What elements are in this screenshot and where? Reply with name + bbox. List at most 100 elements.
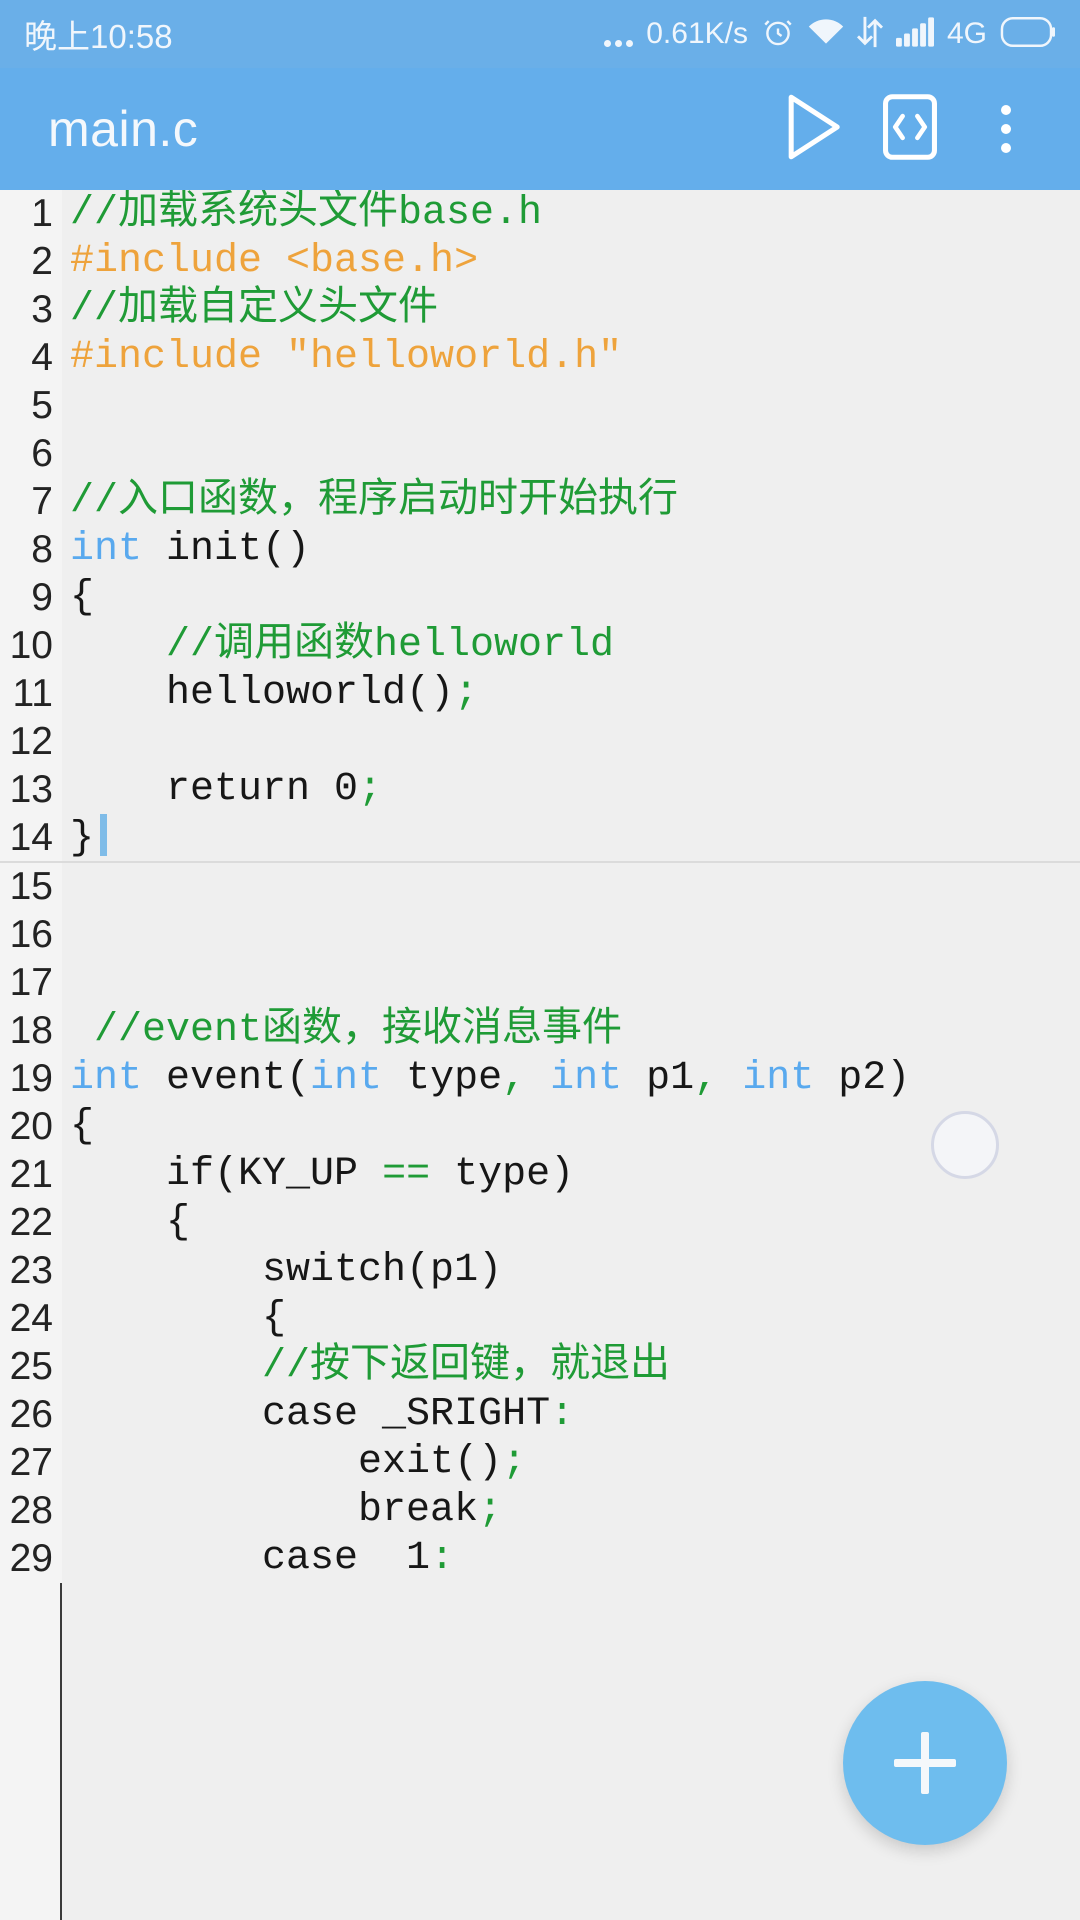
code-line-text[interactable]: //入口函数，程序启动时开始执行 <box>62 478 1080 526</box>
code-token-kw: int <box>742 1056 815 1101</box>
code-line[interactable]: 6 <box>0 430 1080 478</box>
code-line-text[interactable]: { <box>62 1295 1080 1343</box>
code-line[interactable]: 19 int event(int type, int p1, int p2) <box>0 1055 1080 1103</box>
code-line-text[interactable]: exit(); <box>62 1439 1080 1487</box>
code-line[interactable]: 27 exit(); <box>0 1439 1080 1487</box>
code-line[interactable]: 25 //按下返回键，就退出 <box>0 1343 1080 1391</box>
code-line-text[interactable] <box>62 911 1080 959</box>
line-number: 10 <box>0 622 62 670</box>
code-line-text[interactable]: #include "helloworld.h" <box>62 334 1080 382</box>
code-line-text[interactable]: //加载自定义头文件 <box>62 286 1080 334</box>
wifi-icon <box>808 17 844 52</box>
code-line-text[interactable]: #include <base.h> <box>62 238 1080 286</box>
line-number: 19 <box>0 1055 62 1103</box>
code-line[interactable]: 12 <box>0 718 1080 766</box>
code-line[interactable]: 5 <box>0 382 1080 430</box>
code-line[interactable]: 18 //event函数，接收消息事件 <box>0 1007 1080 1055</box>
line-number: 24 <box>0 1295 62 1343</box>
line-number: 25 <box>0 1343 62 1391</box>
code-token-punc: , <box>694 1056 719 1101</box>
overflow-menu-icon <box>1001 105 1011 153</box>
code-line[interactable]: 16 <box>0 911 1080 959</box>
network-type-label: 4G <box>946 17 987 50</box>
code-line[interactable]: 28 break; <box>0 1487 1080 1535</box>
code-line[interactable]: 26 case _SRIGHT: <box>0 1391 1080 1439</box>
code-line-text[interactable]: { <box>62 1199 1080 1247</box>
code-line[interactable]: 15 <box>0 863 1080 911</box>
code-line-text[interactable] <box>62 863 1080 911</box>
code-line-text[interactable]: //加载系统头文件base.h <box>62 190 1080 238</box>
add-button[interactable] <box>843 1681 1007 1845</box>
code-token-punc: ; <box>454 671 479 716</box>
code-token-comment: //入口函数，程序启动时开始执行 <box>70 479 679 524</box>
code-line-text[interactable] <box>62 382 1080 430</box>
code-line-text[interactable]: case _SRIGHT: <box>62 1391 1080 1439</box>
code-token-plain: { <box>70 575 95 620</box>
code-line[interactable]: 17 <box>0 959 1080 1007</box>
data-transfer-icon <box>856 16 883 53</box>
code-line-text[interactable]: case 1: <box>62 1535 1080 1583</box>
code-line[interactable]: 29 case 1: <box>0 1535 1080 1583</box>
code-line-text[interactable]: helloworld(); <box>62 670 1080 718</box>
code-line-text[interactable]: int init() <box>62 526 1080 574</box>
code-line-text[interactable]: //调用函数helloworld <box>62 622 1080 670</box>
code-line[interactable]: 11 helloworld(); <box>0 670 1080 718</box>
line-number: 2 <box>0 238 62 286</box>
code-line-text[interactable]: { <box>62 574 1080 622</box>
code-line[interactable]: 9{ <box>0 574 1080 622</box>
run-button[interactable] <box>766 81 862 177</box>
code-editor[interactable]: 1//加载系统头文件base.h 2 #include <base.h> 3//加载自… <box>0 190 1080 1920</box>
overflow-menu-button[interactable] <box>958 81 1054 177</box>
status-clock: 晚上10:58 <box>24 18 173 55</box>
code-line[interactable]: 22 { <box>0 1199 1080 1247</box>
line-number: 4 <box>0 334 62 382</box>
line-number: 3 <box>0 286 62 334</box>
code-line[interactable]: 7//入口函数，程序启动时开始执行 <box>0 478 1080 526</box>
code-token-plain: type) <box>430 1152 575 1197</box>
line-number: 6 <box>0 430 62 478</box>
code-token-plain: case 1 <box>70 1536 431 1581</box>
code-line-text[interactable]: if(KY_UP == type) <box>62 1151 1080 1199</box>
line-number: 27 <box>0 1439 62 1487</box>
code-line[interactable]: 10 //调用函数helloworld <box>0 622 1080 670</box>
code-line[interactable]: 3//加载自定义头文件 <box>0 286 1080 334</box>
line-number: 13 <box>0 766 62 814</box>
scroll-position-indicator[interactable] <box>931 1111 999 1179</box>
code-line[interactable]: 24 { <box>0 1295 1080 1343</box>
more-dots-icon <box>604 17 634 51</box>
code-line[interactable]: 4 #include "helloworld.h" <box>0 334 1080 382</box>
code-token-punc: == <box>382 1152 431 1197</box>
code-line[interactable]: 13 return 0; <box>0 766 1080 814</box>
code-line-text[interactable]: } <box>62 814 1080 863</box>
code-line-text[interactable]: //按下返回键，就退出 <box>62 1343 1080 1391</box>
code-line-text[interactable]: { <box>62 1103 1080 1151</box>
code-line[interactable]: 2 #include <base.h> <box>0 238 1080 286</box>
code-line[interactable]: 8 int init() <box>0 526 1080 574</box>
code-token-plain: } <box>70 816 95 861</box>
code-line[interactable]: 1//加载系统头文件base.h <box>0 190 1080 238</box>
code-line[interactable]: 14} <box>0 814 1080 863</box>
code-token-plain: break <box>70 1488 479 1533</box>
code-token-pre: #include <base.h> <box>70 239 479 284</box>
code-line-text[interactable] <box>62 718 1080 766</box>
code-line[interactable]: 21 if(KY_UP == type) <box>0 1151 1080 1199</box>
code-line-text[interactable]: //event函数，接收消息事件 <box>62 1007 1080 1055</box>
line-number: 12 <box>0 718 62 766</box>
code-token-plain: helloworld() <box>70 671 455 716</box>
code-line-text[interactable]: switch(p1) <box>62 1247 1080 1295</box>
code-line[interactable]: 23 switch(p1) <box>0 1247 1080 1295</box>
network-speed-label: 0.61K/s <box>646 17 748 50</box>
code-line-text[interactable] <box>62 430 1080 478</box>
code-lines-container[interactable]: 1//加载系统头文件base.h 2 #include <base.h> 3//加载自… <box>0 190 1080 1583</box>
code-line-text[interactable]: break; <box>62 1487 1080 1535</box>
code-line-text[interactable]: return 0; <box>62 766 1080 814</box>
code-line-text[interactable] <box>62 959 1080 1007</box>
code-view-button[interactable] <box>862 81 958 177</box>
code-line-text[interactable]: int event(int type, int p1, int p2) <box>62 1055 1080 1103</box>
line-number: 7 <box>0 478 62 526</box>
status-icons: 0.61K/s 4G <box>604 15 1056 54</box>
code-line[interactable]: 20{ <box>0 1103 1080 1151</box>
code-token-punc: ; <box>502 1440 527 1485</box>
